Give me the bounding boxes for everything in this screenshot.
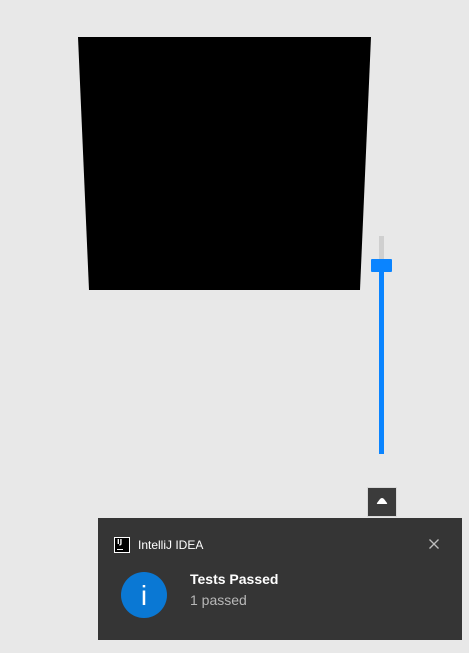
notification-message: 1 passed — [190, 592, 247, 608]
notification-app-name: IntelliJ IDEA — [138, 538, 204, 552]
close-icon — [429, 539, 439, 549]
intellij-idea-icon: IJ — [114, 537, 130, 553]
notification-toast[interactable]: IJ IntelliJ IDEA i Tests Passed 1 passed — [98, 518, 462, 640]
app-icon-text: IJ — [117, 538, 123, 546]
notification-header: IJ IntelliJ IDEA — [114, 537, 203, 553]
notification-close-button[interactable] — [426, 536, 442, 552]
slider-track-unfilled[interactable] — [379, 236, 384, 260]
svg-text:i: i — [141, 580, 147, 611]
notification-title: Tests Passed — [190, 571, 279, 587]
eject-button[interactable] — [367, 487, 397, 517]
slider-track-filled[interactable] — [379, 272, 384, 454]
slider-thumb[interactable] — [371, 259, 392, 272]
eject-icon — [376, 498, 388, 504]
info-icon: i — [121, 572, 167, 618]
